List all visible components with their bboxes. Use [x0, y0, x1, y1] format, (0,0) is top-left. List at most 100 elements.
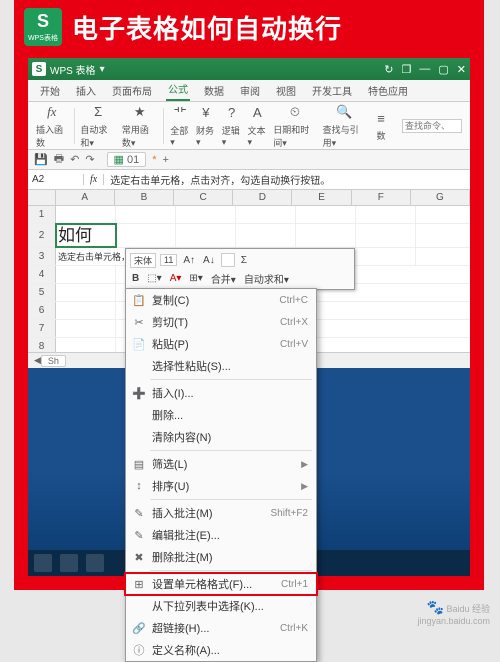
row-header[interactable]: 8	[28, 338, 56, 352]
row-header[interactable]: 3	[28, 248, 56, 265]
tab-data[interactable]: 数据	[202, 80, 226, 101]
autosum-dropdown[interactable]: 自动求和▾	[242, 271, 291, 286]
row-header[interactable]: 2	[28, 224, 56, 247]
tab-review[interactable]: 审阅	[238, 80, 262, 101]
menu-item[interactable]: 删除...	[126, 404, 316, 426]
font-color-button[interactable]: A▾	[168, 273, 184, 284]
common-fn-button[interactable]: ★常用函数▾	[122, 103, 158, 149]
font-fill-button[interactable]: ⬚▾	[145, 273, 163, 284]
tab-formula[interactable]: 公式	[166, 78, 190, 101]
tab-dev[interactable]: 开发工具	[310, 80, 354, 101]
taskbar-item[interactable]	[86, 554, 104, 572]
menu-item[interactable]: ⊞设置单元格格式(F)...Ctrl+1	[126, 573, 316, 595]
minimize-icon[interactable]: —	[419, 63, 430, 76]
menu-item[interactable]: ↕排序(U)▶	[126, 475, 316, 497]
autosum-button[interactable]: Σ自动求和▾	[80, 103, 116, 149]
doc-tab[interactable]: ▦ 01	[107, 152, 147, 167]
formula-text[interactable]: 选定右击单元格，点击对齐，勾选自动换行按钮。	[104, 172, 470, 187]
undo-icon[interactable]: ↶	[70, 153, 79, 166]
decrease-font-button[interactable]: A↓	[201, 255, 217, 266]
col-a[interactable]: A	[56, 190, 115, 205]
tutorial-frame: S WPS表格 电子表格如何自动换行 S WPS 表格 ▾ ↻ ❐ — ▢ ✕	[14, 0, 484, 590]
font-select[interactable]: 宋体	[130, 253, 156, 268]
col-c[interactable]: C	[174, 190, 233, 205]
math-fn-button[interactable]: ≡数	[372, 109, 390, 142]
restore-icon[interactable]: ❐	[402, 63, 412, 76]
row-header[interactable]: 7	[28, 320, 56, 337]
col-f[interactable]: F	[352, 190, 411, 205]
menu-separator	[150, 379, 312, 380]
border-button[interactable]: ⊞▾	[187, 273, 204, 284]
insert-function-button[interactable]: fx插入函数	[36, 103, 68, 149]
text-fn-button[interactable]: A文本▾	[248, 104, 268, 148]
menu-item-label: 选择性粘贴(S)...	[148, 358, 308, 374]
fill-color-button[interactable]	[221, 253, 235, 267]
taskbar-item[interactable]	[60, 554, 78, 572]
cell-a2[interactable]: 如何	[56, 224, 116, 247]
sync-icon[interactable]: ↻	[384, 63, 393, 76]
formula-bar: A2 fx 选定右击单元格，点击对齐，勾选自动换行按钮。	[28, 170, 470, 190]
row-header[interactable]: 5	[28, 284, 56, 301]
menu-item[interactable]: ✎插入批注(M)Shift+F2	[126, 502, 316, 524]
save-icon[interactable]: 💾	[34, 153, 48, 166]
menu-item[interactable]: ✎编辑批注(E)...	[126, 524, 316, 546]
fx-label[interactable]: fx	[84, 174, 104, 185]
new-tab-button[interactable]: +	[163, 154, 169, 166]
menu-item[interactable]: ▤筛选(L)▶	[126, 453, 316, 475]
app-title-text: WPS 表格	[50, 62, 96, 77]
menu-item[interactable]: 清除内容(N)	[126, 426, 316, 448]
sheet-nav-prev[interactable]: ◀	[34, 355, 41, 366]
menu-item-label: 设置单元格格式(F)...	[148, 576, 281, 592]
logic-fn-button[interactable]: ?逻辑▾	[222, 104, 242, 148]
tab-view[interactable]: 视图	[274, 80, 298, 101]
tab-layout[interactable]: 页面布局	[110, 80, 154, 101]
menu-item-icon: ⓘ	[130, 642, 148, 658]
menu-item[interactable]: 从下拉列表中选择(K)...	[126, 595, 316, 617]
row-header[interactable]: 1	[28, 206, 56, 223]
redo-icon[interactable]: ↷	[85, 153, 94, 166]
finance-fn-button[interactable]: ¥财务▾	[196, 104, 216, 148]
col-b[interactable]: B	[115, 190, 174, 205]
taskbar-item[interactable]	[34, 554, 52, 572]
search-input[interactable]	[402, 119, 462, 133]
font-size-select[interactable]: 11	[160, 254, 177, 266]
lookup-fn-button[interactable]: 🔍查找与引用▾	[323, 103, 366, 149]
menu-item[interactable]: ⓘ定义名称(A)...	[126, 639, 316, 661]
menu-item-label: 从下拉列表中选择(K)...	[148, 598, 308, 614]
all-fn-button[interactable]: ⻀全部▾	[170, 104, 190, 148]
maximize-icon[interactable]: ▢	[438, 63, 448, 76]
menu-item[interactable]: 🔗超链接(H)...Ctrl+K	[126, 617, 316, 639]
titlebar-dropdown-icon[interactable]: ▾	[100, 64, 105, 75]
menu-item-shortcut: Shift+F2	[270, 508, 308, 519]
close-icon[interactable]: ✕	[457, 63, 466, 76]
col-g[interactable]: G	[411, 190, 470, 205]
menu-item[interactable]: ✖删除批注(M)	[126, 546, 316, 568]
datetime-fn-button[interactable]: ⏲日期和时间▾	[273, 103, 316, 149]
badge-label: WPS表格	[28, 33, 58, 43]
menu-item-icon: 📋	[130, 294, 148, 307]
col-e[interactable]: E	[292, 190, 351, 205]
menu-item-icon: ➕	[130, 387, 148, 400]
menu-item[interactable]: 📄粘贴(P)Ctrl+V	[126, 333, 316, 355]
increase-font-button[interactable]: A↑	[181, 255, 197, 266]
tab-insert[interactable]: 插入	[74, 80, 98, 101]
tab-home[interactable]: 开始	[38, 80, 62, 101]
titlebar: S WPS 表格 ▾ ↻ ❐ — ▢ ✕	[28, 58, 470, 80]
select-all-corner[interactable]	[28, 190, 56, 205]
fx-icon: fx	[43, 103, 61, 121]
name-box[interactable]: A2	[28, 174, 84, 185]
col-d[interactable]: D	[233, 190, 292, 205]
print-icon[interactable]: 🖶	[54, 150, 64, 169]
sheet-tab[interactable]: Sh	[41, 355, 66, 367]
row-header[interactable]: 4	[28, 266, 56, 283]
merge-button[interactable]: 合并▾	[209, 271, 238, 286]
cell[interactable]	[56, 206, 116, 223]
menu-item[interactable]: ➕插入(I)...	[126, 382, 316, 404]
menu-item[interactable]: 📋复制(C)Ctrl+C	[126, 289, 316, 311]
menu-item[interactable]: ✂剪切(T)Ctrl+X	[126, 311, 316, 333]
bold-button[interactable]: B	[130, 273, 141, 284]
row-header[interactable]: 6	[28, 302, 56, 319]
tab-special[interactable]: 特色应用	[366, 80, 410, 101]
menu-item[interactable]: 选择性粘贴(S)...	[126, 355, 316, 377]
desktop-area: S WPS 表格 ▾ ↻ ❐ — ▢ ✕ 开始 插入 页面布局 公式 数据 审阅	[28, 58, 470, 576]
